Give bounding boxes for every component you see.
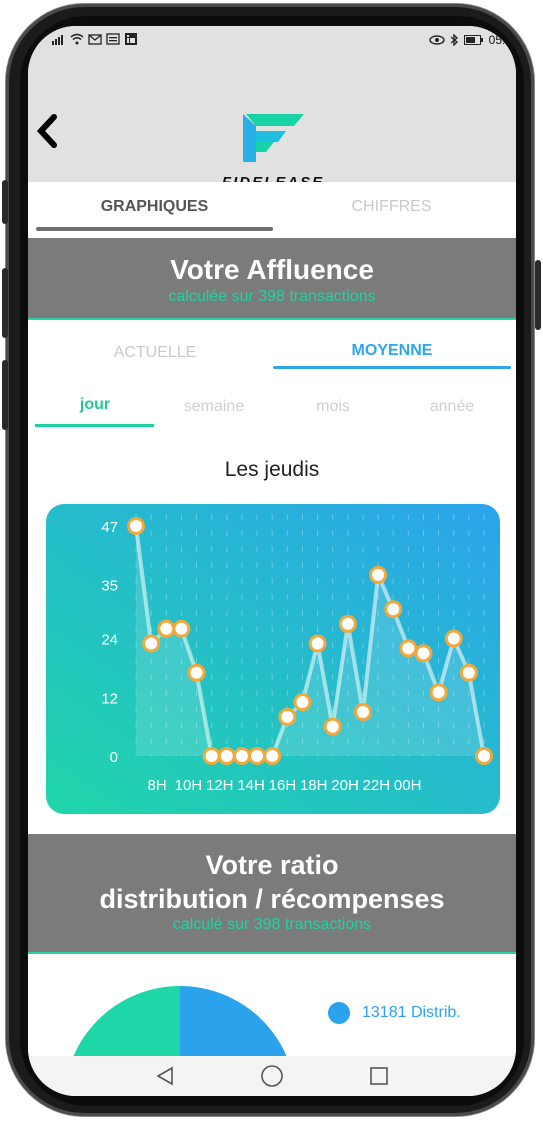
pie-slice-recompenses: [73, 986, 180, 1056]
chart-y-tick-label: 24: [101, 632, 118, 649]
chart-x-tick-label: 12H: [206, 777, 234, 794]
ratio-banner: Votre ratio distribution / récompenses c…: [28, 834, 516, 954]
affluence-line-chart: 47 35 24 12 0 8H 10H 12H 14H 16H 18H 20H 22H 00H: [46, 504, 500, 814]
app-header: FIDELEASE: [28, 56, 516, 191]
logo-mark-icon: [243, 114, 304, 162]
chart-data-point: [414, 644, 433, 663]
chart-data-point: [157, 619, 176, 638]
pie-slice-distrib: [180, 986, 287, 1056]
chart-data-point: [444, 629, 463, 648]
phone-side-button: [535, 260, 541, 330]
chart-data-point: [369, 565, 388, 584]
affluence-title: Votre Affluence: [170, 254, 374, 285]
chart-data-point: [232, 747, 251, 765]
period-tabs: jour semaine mois année: [28, 376, 516, 436]
affluence-subtitle: calculée sur 398 transactions: [168, 288, 376, 305]
chart-x-tick-label: 22H: [363, 777, 391, 794]
chart-data-point: [278, 707, 297, 726]
bluetooth-icon: [450, 34, 458, 46]
battery-icon: [463, 35, 483, 45]
tab-moyenne[interactable]: MOYENNE: [273, 342, 511, 360]
chart-y-tick-label: 12: [101, 690, 118, 707]
phone-side-button: [2, 180, 8, 224]
ratio-title-line1: Votre ratio: [205, 850, 339, 880]
nav-recents-icon[interactable]: [368, 1065, 390, 1087]
chart-data-point: [459, 663, 478, 682]
signal-icon: [52, 35, 63, 45]
active-mode-indicator: [273, 366, 511, 369]
banner-divider: [28, 952, 516, 954]
chart-data-point: [293, 693, 312, 712]
period-annee[interactable]: année: [392, 398, 512, 416]
period-jour[interactable]: jour: [35, 396, 155, 414]
legend-color-dot: [328, 1002, 350, 1024]
chart-data-point: [217, 747, 236, 765]
tab-chiffres[interactable]: CHIFFRES: [273, 198, 510, 216]
chart-data-point: [384, 600, 403, 619]
chart-data-point: [399, 639, 418, 658]
chart-y-tick-label: 35: [101, 578, 118, 595]
chart-data-point: [338, 614, 357, 633]
nav-back-icon[interactable]: [154, 1065, 176, 1087]
nav-home-icon[interactable]: [260, 1064, 284, 1088]
chart-x-tick-label: 14H: [237, 777, 265, 794]
ratio-subtitle: calculé sur 398 transactions: [172, 916, 372, 933]
chart-data-point: [127, 517, 145, 535]
fidelease-logo: FIDELEASE: [216, 112, 330, 192]
pie-legend-item: 13181 Distrib.: [328, 1002, 461, 1024]
chart-data-point: [263, 747, 282, 765]
chart-data-point: [308, 634, 327, 653]
wifi-icon: [70, 33, 84, 45]
phone-side-button: [2, 268, 8, 338]
chart-data-point: [202, 747, 221, 765]
linkedin-icon: [125, 33, 137, 45]
back-arrow-icon[interactable]: [36, 114, 60, 148]
chart-data-point: [142, 634, 161, 653]
period-semaine[interactable]: semaine: [154, 398, 274, 416]
chart-x-tick-label: 18H: [300, 777, 328, 794]
active-period-indicator: [35, 424, 154, 427]
chart-x-tick-label: 8H: [148, 777, 167, 794]
affluence-chart: 47 35 24 12 0 8H 10H 12H 14H 16H 18H 20H 22H 00H: [46, 504, 500, 814]
mail-icon: [88, 34, 102, 45]
chart-data-point: [323, 717, 342, 736]
chart-data-point: [172, 619, 191, 638]
period-mois[interactable]: mois: [273, 398, 393, 416]
legend-label: 13181 Distrib.: [362, 1004, 461, 1021]
chart-background: [46, 504, 500, 814]
chart-y-tick-label: 47: [101, 519, 118, 536]
affluence-banner: Votre Affluence calculée sur 398 transac…: [28, 238, 516, 320]
chart-y-tick-label: 0: [110, 749, 118, 766]
phone-side-button: [2, 360, 8, 430]
mode-tabs: ACTUELLE MOYENNE: [28, 322, 516, 374]
status-time: 05:0: [488, 33, 512, 47]
chart-x-tick-label: 00H: [394, 777, 422, 794]
active-tab-indicator: [36, 227, 273, 231]
chart-data-point: [475, 747, 493, 765]
chart-title: Les jeudis: [224, 458, 320, 481]
message-icon: [106, 33, 120, 45]
android-nav-bar: [28, 1056, 516, 1096]
chart-data-point: [187, 663, 206, 682]
tab-graphiques[interactable]: GRAPHIQUES: [36, 198, 273, 216]
ratio-title-line2: distribution / récompenses: [99, 884, 445, 914]
status-bar: 05:0: [28, 26, 516, 56]
chart-data-point: [429, 683, 448, 702]
eye-icon: [428, 35, 445, 45]
chart-data-point: [353, 702, 372, 721]
chart-data-point: [248, 747, 267, 765]
chart-x-tick-label: 10H: [175, 777, 203, 794]
main-tabs: GRAPHIQUES CHIFFRES: [28, 182, 516, 238]
app-screen: 05:0 FIDELEASE GRAPHIQUES CHIFFRES Votre…: [28, 26, 516, 1096]
chart-x-tick-label: 16H: [269, 777, 297, 794]
chart-x-tick-label: 20H: [331, 777, 359, 794]
tab-actuelle[interactable]: ACTUELLE: [36, 344, 274, 362]
banner-divider: [28, 318, 516, 320]
